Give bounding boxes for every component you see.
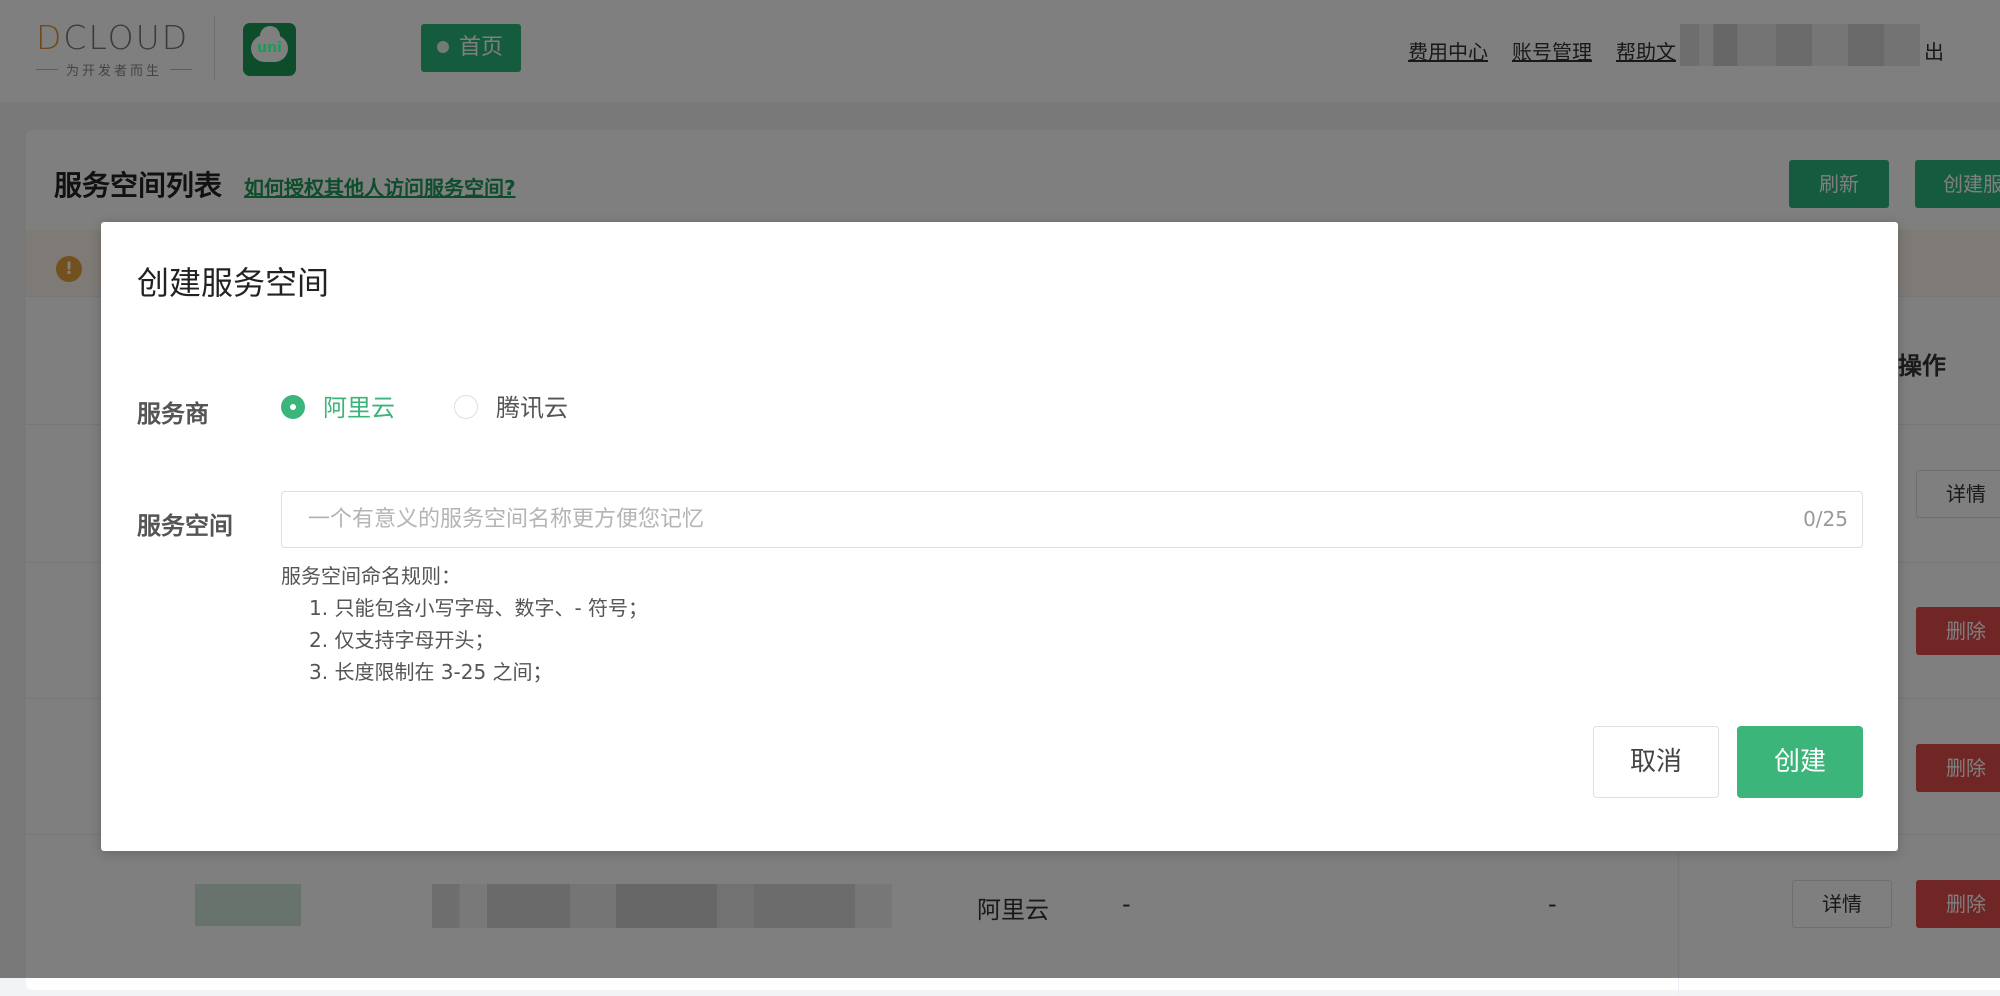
char-counter: 0/25 [1803, 507, 1848, 531]
naming-rules: 服务空间命名规则： 1. 只能包含小写字母、数字、- 符号； 2. 仅支持字母开… [281, 560, 648, 688]
radio-tencent-label: 腾讯云 [496, 394, 568, 422]
radio-unchecked-icon [454, 395, 478, 419]
space-name-field[interactable]: 0/25 [281, 491, 1863, 548]
radio-tencent[interactable]: 腾讯云 [454, 394, 584, 422]
cancel-button[interactable]: 取消 [1593, 726, 1719, 798]
radio-aliyun[interactable]: 阿里云 [281, 394, 411, 422]
rules-title: 服务空间命名规则： [281, 564, 461, 588]
provider-label: 服务商 [137, 400, 209, 428]
uni-logo-text: uni [257, 40, 282, 56]
space-name-input[interactable] [282, 492, 1762, 547]
rule-item: 3. 长度限制在 3-25 之间； [309, 660, 553, 684]
create-space-dialog: 创建服务空间 服务商 阿里云 腾讯云 服务空间 0/25 服务空间命名规则： 1… [101, 222, 1898, 851]
dialog-title: 创建服务空间 [137, 264, 330, 302]
rule-item: 2. 仅支持字母开头； [309, 628, 495, 652]
radio-checked-icon [281, 395, 305, 419]
confirm-create-button[interactable]: 创建 [1737, 726, 1863, 798]
space-name-label: 服务空间 [137, 512, 233, 540]
radio-aliyun-label: 阿里云 [323, 394, 395, 422]
rule-item: 1. 只能包含小写字母、数字、- 符号； [309, 596, 649, 620]
